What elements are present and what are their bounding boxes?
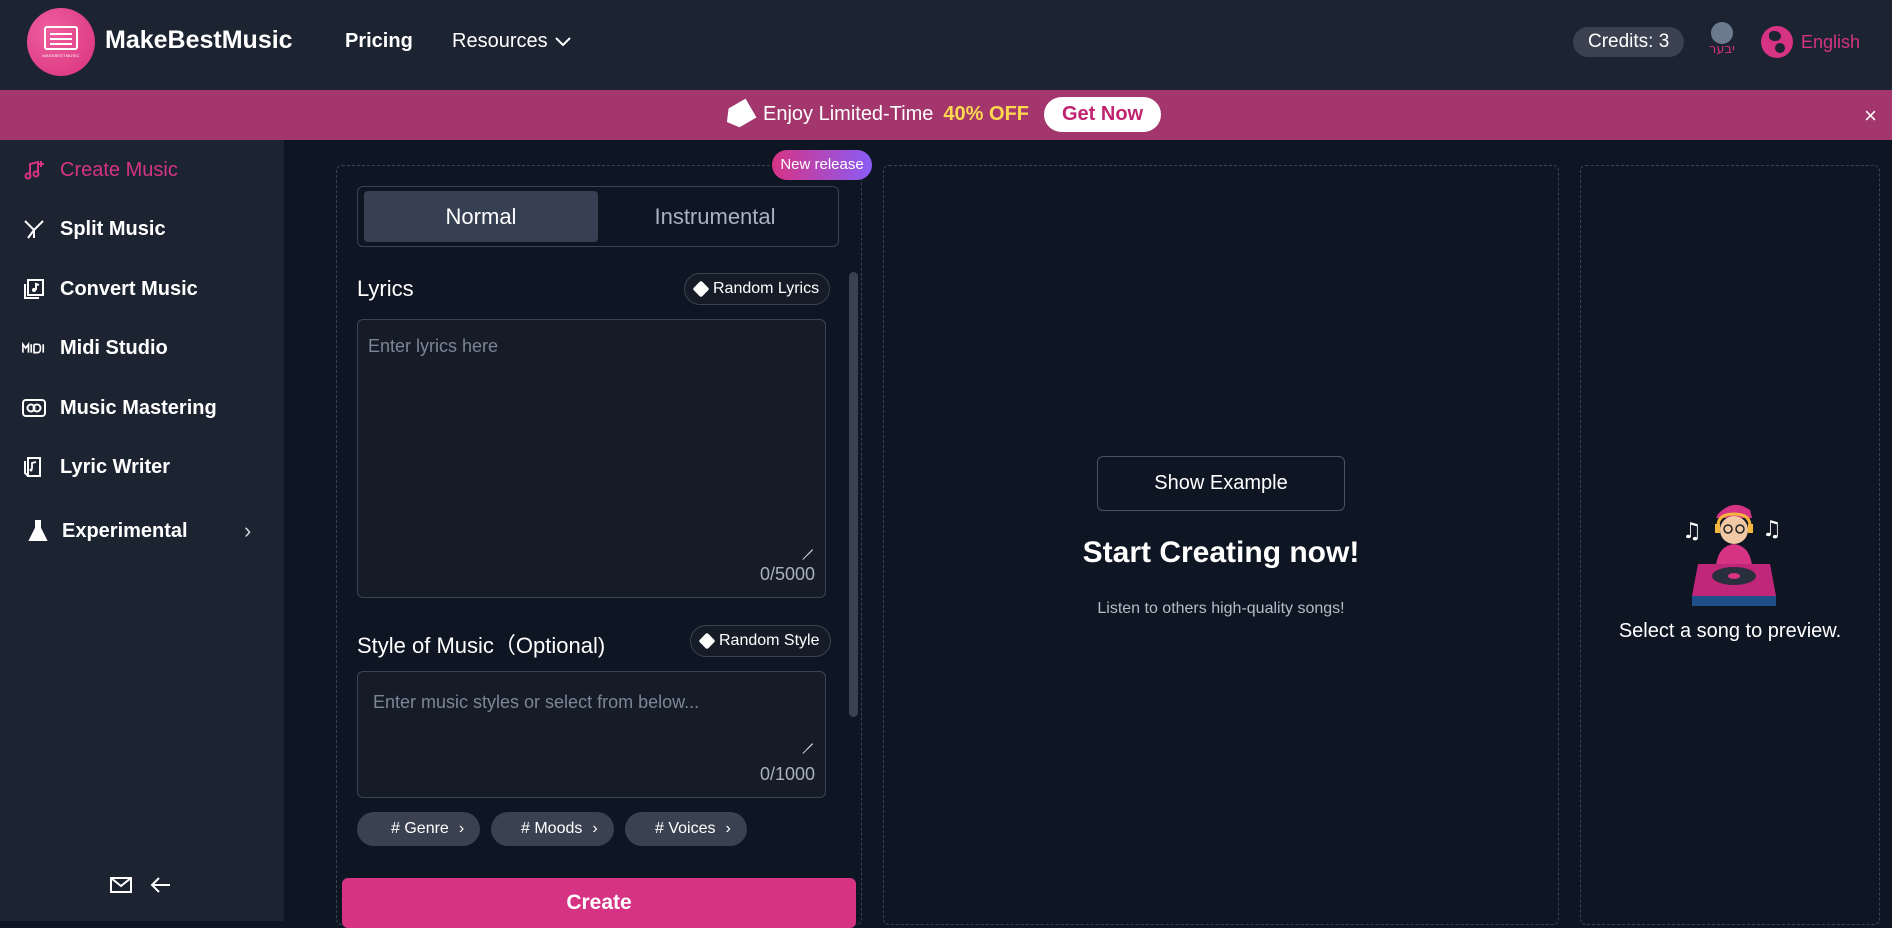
brand-name[interactable]: MakeBestMusic xyxy=(105,26,293,55)
tab-normal[interactable]: Normal xyxy=(364,191,598,242)
chip-moods[interactable]: # Moods › xyxy=(491,812,614,846)
top-navbar: MAKEBESTMUSIC MakeBestMusic Pricing Reso… xyxy=(0,0,1892,90)
sidebar-item-experimental[interactable]: Experimental xyxy=(26,519,188,543)
style-input[interactable]: Enter music styles or select from below.… xyxy=(357,671,826,798)
convert-icon xyxy=(22,277,46,301)
sidebar-item-label: Experimental xyxy=(62,519,188,542)
chevron-right-icon[interactable]: › xyxy=(244,518,251,544)
brand-logo[interactable]: MAKEBESTMUSIC xyxy=(27,8,95,76)
random-lyrics-button[interactable]: Random Lyrics xyxy=(684,273,831,305)
random-style-label: Random Style xyxy=(719,632,820,649)
sidebar-item-create-music[interactable]: Create Music xyxy=(22,158,178,182)
logo-text: MAKEBESTMUSIC xyxy=(42,53,80,58)
style-title: Style of Music（Optional) xyxy=(357,633,606,658)
chevron-down-icon xyxy=(554,36,571,46)
panel-scrollbar[interactable] xyxy=(849,272,858,717)
credits-badge: Credits: 3 xyxy=(1573,27,1685,57)
chip-label: # Voices xyxy=(655,820,716,837)
show-example-button[interactable]: Show Example xyxy=(1097,456,1345,511)
mail-icon[interactable] xyxy=(110,876,132,894)
avatar-image xyxy=(1711,22,1733,44)
random-lyrics-label: Random Lyrics xyxy=(713,280,820,297)
globe-icon xyxy=(1761,26,1793,58)
lyrics-input[interactable]: Enter lyrics here 0/5000 xyxy=(357,319,826,598)
flask-icon xyxy=(26,519,50,543)
resize-handle-icon[interactable] xyxy=(801,732,813,744)
sidebar: Create Music Split Music Convert Music M… xyxy=(0,140,284,921)
random-style-button[interactable]: Random Style xyxy=(690,625,831,657)
get-now-button[interactable]: Get Now xyxy=(1044,97,1162,132)
chip-label: # Moods xyxy=(521,820,583,837)
chip-genre[interactable]: # Genre › xyxy=(357,812,481,846)
sidebar-item-lyric-writer[interactable]: Lyric Writer xyxy=(22,455,170,479)
arrow-left-icon[interactable] xyxy=(150,876,172,894)
tag-icon xyxy=(721,98,756,131)
svg-text:♫: ♫ xyxy=(1762,517,1782,542)
new-release-badge: New release xyxy=(772,150,872,180)
style-placeholder: Enter music styles or select from below.… xyxy=(373,692,700,712)
sidebar-item-label: Lyric Writer xyxy=(60,455,171,478)
lyrics-title: Lyrics xyxy=(357,276,414,301)
start-creating-title: Start Creating now! xyxy=(1082,536,1360,569)
chip-label: # Genre xyxy=(391,820,449,837)
split-icon xyxy=(22,217,46,241)
avatar-alt-text: יבער xyxy=(1709,42,1735,57)
sidebar-footer xyxy=(110,876,172,894)
language-selector[interactable]: English xyxy=(1761,26,1860,58)
music-plus-icon xyxy=(22,158,46,182)
close-icon[interactable]: × xyxy=(1864,103,1877,129)
mode-tabs: Normal Instrumental xyxy=(357,186,839,247)
sidebar-item-label: Midi Studio xyxy=(60,336,168,359)
sidebar-item-label: Split Music xyxy=(60,217,166,240)
lyrics-counter: 0/5000 xyxy=(759,564,815,584)
chevron-right-icon: › xyxy=(725,820,731,837)
nav-pricing[interactable]: Pricing xyxy=(345,30,413,53)
music-sheet-icon xyxy=(44,26,78,50)
chevron-right-icon: › xyxy=(458,820,465,837)
chip-voices[interactable]: # Voices › xyxy=(625,812,747,846)
language-label: English xyxy=(1801,31,1861,52)
dice-icon xyxy=(692,280,710,298)
svg-text:♫: ♫ xyxy=(1682,519,1702,544)
chevron-right-icon: › xyxy=(592,820,598,837)
dice-icon xyxy=(698,632,716,650)
nav-resources[interactable]: Resources xyxy=(452,30,572,53)
dj-illustration: ♫ ♫ xyxy=(1682,504,1782,606)
sidebar-item-split-music[interactable]: Split Music xyxy=(22,217,166,241)
promo-highlight: 40% OFF xyxy=(943,103,1029,125)
avatar[interactable]: יבער xyxy=(1709,22,1747,62)
sidebar-item-label: Create Music xyxy=(60,158,178,181)
lyrics-placeholder: Enter lyrics here xyxy=(368,336,499,356)
sidebar-item-label: Music Mastering xyxy=(60,396,217,419)
lyric-icon xyxy=(22,455,46,479)
sidebar-item-music-mastering[interactable]: Music Mastering xyxy=(22,396,217,420)
midi-icon xyxy=(22,336,46,360)
sidebar-item-convert-music[interactable]: Convert Music xyxy=(22,277,198,301)
tab-instrumental[interactable]: Instrumental xyxy=(598,191,832,242)
preview-placeholder-text: Select a song to preview. xyxy=(1618,620,1842,642)
style-counter: 0/1000 xyxy=(759,764,815,784)
sidebar-item-midi-studio[interactable]: Midi Studio xyxy=(22,336,168,360)
mastering-icon xyxy=(22,396,46,420)
start-creating-subtitle: Listen to others high-quality songs! xyxy=(1097,600,1345,617)
promo-banner: Enjoy Limited-Time 40% OFF Get Now × xyxy=(0,90,1892,140)
promo-text: Enjoy Limited-Time xyxy=(763,103,934,125)
nav-resources-label: Resources xyxy=(452,30,548,52)
resize-handle-icon[interactable] xyxy=(801,538,813,550)
sidebar-item-label: Convert Music xyxy=(60,277,198,300)
